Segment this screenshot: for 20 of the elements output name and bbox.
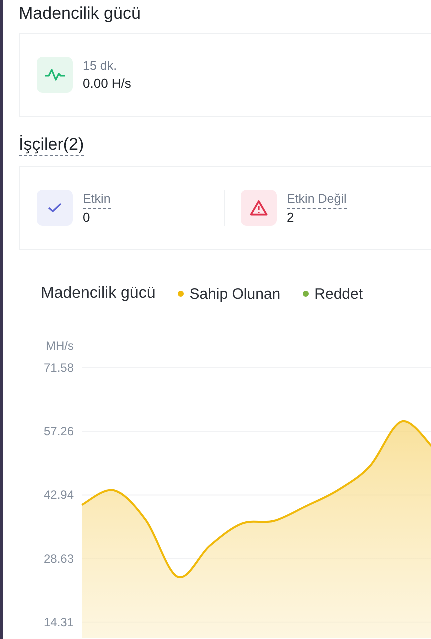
y-tick-label: 42.94 xyxy=(44,488,74,502)
pulse-icon xyxy=(44,68,66,82)
hashrate-value: 0.00 H/s xyxy=(83,75,132,92)
status-label[interactable]: Etkin Değil xyxy=(287,190,347,208)
legend-label[interactable]: Sahip Olunan xyxy=(190,286,281,302)
section-title: Madencilik gücü xyxy=(19,3,142,25)
warning-icon xyxy=(250,200,268,216)
y-tick-label: 71.58 xyxy=(44,361,74,375)
y-axis-unit: MH/s xyxy=(46,339,74,353)
y-tick-label: 14.31 xyxy=(44,615,74,630)
y-tick-label: 57.26 xyxy=(44,424,74,439)
period-label: 15 dk. xyxy=(83,58,118,75)
worker-count: 0 xyxy=(83,208,92,226)
worker-count: 2 xyxy=(287,208,296,226)
workers-title[interactable]: İşçiler(2) xyxy=(19,135,84,156)
chart-title: Madencilik gücü xyxy=(41,285,156,303)
y-tick-label: 28.63 xyxy=(44,552,74,566)
legend-label[interactable]: Reddet xyxy=(314,286,364,302)
check-icon xyxy=(48,203,62,213)
status-label[interactable]: Etkin xyxy=(83,190,111,208)
